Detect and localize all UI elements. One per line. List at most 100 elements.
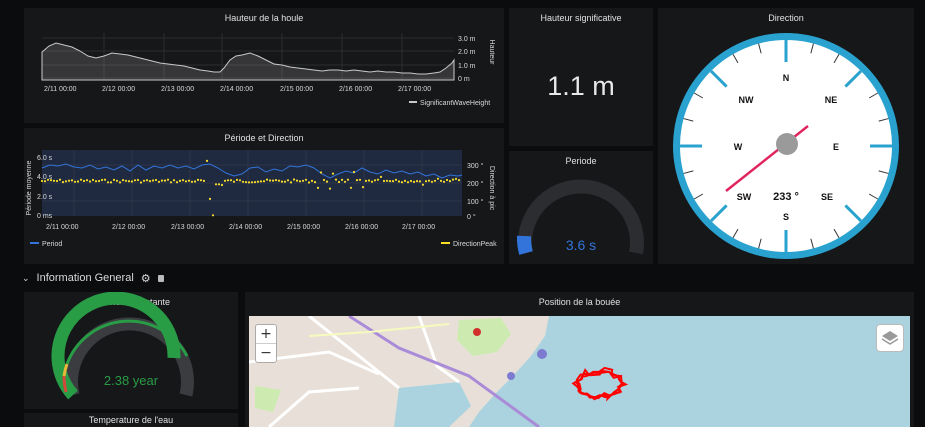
direction-point xyxy=(262,180,266,183)
direction-point xyxy=(358,178,362,181)
legend-swatch xyxy=(409,101,417,103)
map-poi xyxy=(507,372,515,380)
direction-point xyxy=(211,214,215,217)
direction-point xyxy=(370,180,374,183)
direction-point xyxy=(394,178,398,181)
compass-label-nw: NW xyxy=(739,95,754,105)
legend-swatch xyxy=(30,242,39,244)
direction-point xyxy=(283,180,287,183)
x-tick: 2/13 00:00 xyxy=(161,86,194,93)
direction-point xyxy=(367,179,371,182)
compass-label-w: W xyxy=(734,142,743,152)
y-tick-right: 100 ° xyxy=(467,198,484,206)
legend-label[interactable]: SignificantWaveHeight xyxy=(420,100,490,107)
direction-point xyxy=(97,179,101,183)
wave-height-panel: Hauteur de la houle 3.0 m 2.0 m 1.0 m 0 … xyxy=(24,8,504,123)
direction-point xyxy=(214,183,218,186)
direction-point xyxy=(400,181,404,184)
x-tick: 2/11 00:00 xyxy=(46,224,79,231)
compass-label-se: SE xyxy=(821,192,833,202)
compass-label-s: S xyxy=(783,212,789,222)
direction-point xyxy=(55,179,59,183)
y-tick: 1.0 m xyxy=(458,63,476,70)
direction-point xyxy=(91,178,95,182)
x-tick: 2/17 00:00 xyxy=(402,224,435,231)
direction-point xyxy=(76,180,80,183)
direction-point xyxy=(424,180,428,183)
compass-hub xyxy=(776,133,798,155)
direction-point xyxy=(70,179,74,182)
direction-point xyxy=(301,179,305,182)
trash-icon[interactable] xyxy=(157,274,164,282)
compass-label-sw: SW xyxy=(737,192,752,202)
y-tick-left: 0 ms xyxy=(37,213,53,220)
direction-point xyxy=(406,181,410,184)
zoom-out-button[interactable]: − xyxy=(256,344,276,362)
significant-height-panel: Hauteur significative 1.1 m xyxy=(509,8,653,146)
direction-point xyxy=(265,178,269,181)
zoom-in-button[interactable]: + xyxy=(256,325,276,344)
direction-point xyxy=(292,178,296,181)
direction-point xyxy=(430,180,434,183)
legend-direction-peak[interactable]: DirectionPeak xyxy=(453,241,497,248)
direction-point xyxy=(415,180,419,183)
chevron-down-icon[interactable]: ⌄ xyxy=(22,273,30,284)
x-tick: 2/15 00:00 xyxy=(287,224,320,231)
direction-point xyxy=(250,181,254,184)
buoy-track xyxy=(571,366,629,402)
direction-point xyxy=(202,179,206,182)
period-direction-panel: Période et Direction 6.0 s 4.0 s 2.0 s 0… xyxy=(24,128,504,264)
period-direction-chart[interactable]: 6.0 s 4.0 s 2.0 s 0 ms Période moyenne 3… xyxy=(24,128,504,264)
direction-point xyxy=(178,179,182,182)
direction-point xyxy=(94,180,98,183)
direction-point xyxy=(181,179,185,182)
x-tick: 2/17 00:00 xyxy=(398,86,431,93)
direction-point xyxy=(298,180,302,183)
direction-point xyxy=(121,179,125,182)
direction-point xyxy=(337,180,341,184)
direction-point xyxy=(433,179,437,182)
direction-point xyxy=(67,179,71,182)
direction-point xyxy=(361,186,365,189)
direction-point xyxy=(379,175,383,178)
direction-point xyxy=(445,178,449,182)
wave-height-chart[interactable]: 3.0 m 2.0 m 1.0 m 0 m Hauteur 2/11 00:00… xyxy=(24,8,504,123)
row-header[interactable]: ⌄ Information General ⚙ xyxy=(22,270,164,286)
compass-label-e: E xyxy=(833,142,839,152)
direction-point xyxy=(319,171,323,174)
direction-panel: Direction N NE E SE S SW W NW 233 ° xyxy=(658,8,914,264)
direction-point xyxy=(184,180,188,183)
direction-point xyxy=(307,181,311,184)
direction-point xyxy=(313,181,317,184)
x-tick: 2/13 00:00 xyxy=(171,224,204,231)
direction-point xyxy=(388,180,392,183)
direction-point xyxy=(139,181,143,184)
direction-point xyxy=(322,178,326,182)
map-poi xyxy=(473,328,481,336)
direction-point xyxy=(310,179,314,182)
direction-point xyxy=(163,179,167,182)
direction-point xyxy=(148,180,152,183)
direction-point xyxy=(73,180,77,183)
legend-period[interactable]: Period xyxy=(42,241,62,248)
direction-point xyxy=(112,178,116,181)
x-tick: 2/16 00:00 xyxy=(339,86,372,93)
direction-point xyxy=(268,179,272,182)
autonomy-value: 2.38 year xyxy=(103,373,159,388)
direction-point xyxy=(451,178,455,181)
direction-point xyxy=(190,180,194,183)
gear-icon[interactable]: ⚙ xyxy=(141,272,151,285)
direction-point xyxy=(64,180,68,183)
direction-point xyxy=(364,179,368,182)
direction-point xyxy=(175,181,179,184)
y-tick-right: 300 ° xyxy=(467,162,484,170)
direction-point xyxy=(448,180,452,183)
period-value: 3.6 s xyxy=(565,237,597,253)
direction-point xyxy=(454,177,458,180)
direction-point xyxy=(58,178,62,181)
buoy-map[interactable]: + − xyxy=(249,316,910,427)
direction-point xyxy=(106,181,110,184)
map-tiles xyxy=(249,316,629,427)
y-tick: 3.0 m xyxy=(458,36,476,43)
layers-button[interactable] xyxy=(876,324,904,352)
